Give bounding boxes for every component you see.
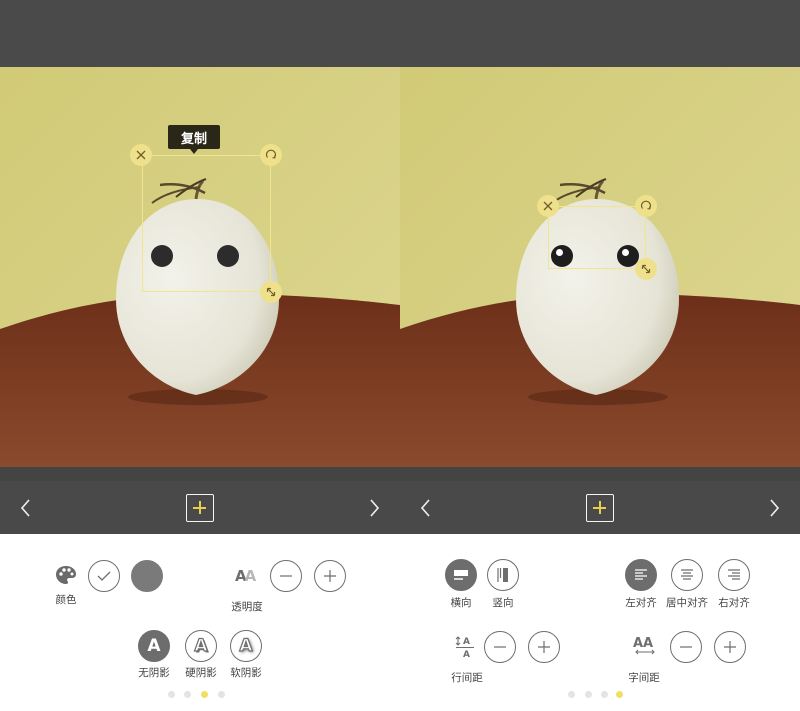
- plus-icon: [724, 641, 736, 653]
- horizontal-label: 横向: [450, 597, 472, 609]
- horizontal-button[interactable]: [445, 559, 477, 591]
- page-indicator-left: [0, 691, 400, 701]
- align-right-button[interactable]: [718, 559, 750, 591]
- color-swatch-gray[interactable]: [131, 560, 163, 592]
- align-center-button[interactable]: [671, 559, 703, 591]
- plus-icon: [538, 641, 550, 653]
- align-center-icon: [681, 569, 693, 580]
- opacity-label: 透明度: [231, 601, 263, 613]
- page-dot-1[interactable]: [168, 691, 175, 698]
- minus-icon: [494, 646, 506, 648]
- letter-spacing-label: 字间距: [628, 672, 660, 684]
- vertical-button[interactable]: [487, 559, 519, 591]
- chevron-right-icon: [370, 499, 380, 517]
- resize-icon: [641, 264, 651, 274]
- nav-prev-button[interactable]: [414, 496, 438, 520]
- page-indicator-right: [400, 691, 800, 701]
- page-dot-2[interactable]: [184, 691, 191, 698]
- align-right-label: 右对齐: [718, 597, 750, 609]
- soft-shadow-icon: A: [239, 635, 253, 656]
- nav-next-button[interactable]: [362, 496, 386, 520]
- svg-text:A: A: [463, 637, 470, 647]
- rotate-handle[interactable]: [635, 195, 657, 217]
- svg-text:A: A: [463, 650, 470, 658]
- letter-spacing-icon: AA: [632, 634, 658, 660]
- top-bar: [400, 0, 800, 67]
- align-left-label: 左对齐: [625, 597, 657, 609]
- hard-shadow-label: 硬阴影: [185, 667, 217, 679]
- soft-shadow-label: 软阴影: [230, 667, 262, 679]
- align-right-icon: [728, 569, 740, 580]
- resize-icon: [266, 287, 276, 297]
- soft-shadow-button[interactable]: A: [230, 630, 262, 662]
- letter-spacing-decrease-button[interactable]: [670, 631, 702, 663]
- add-sticker-button[interactable]: [186, 494, 214, 522]
- plus-icon: [324, 570, 336, 582]
- page-dot-4[interactable]: [616, 691, 623, 698]
- hard-shadow-icon: A: [194, 635, 208, 656]
- no-shadow-icon: A: [147, 636, 161, 656]
- no-shadow-label: 无阴影: [138, 667, 170, 679]
- align-left-button[interactable]: [625, 559, 657, 591]
- line-spacing-icon: AA: [455, 634, 475, 662]
- rotate-icon: [265, 149, 277, 159]
- close-icon: [543, 201, 553, 211]
- nav-bar: [0, 481, 400, 534]
- letter-spacing-increase-button[interactable]: [714, 631, 746, 663]
- align-left-icon: [635, 569, 647, 580]
- chevron-right-icon: [770, 499, 780, 517]
- close-icon: [136, 150, 146, 160]
- vertical-label: 竖向: [492, 597, 514, 609]
- minus-icon: [280, 575, 292, 577]
- left-panel: 复制 颜色 AA 透明度 A 无阴影 A 硬阴影 A 软阴影: [0, 0, 400, 711]
- page-dot-1[interactable]: [568, 691, 575, 698]
- copy-tooltip[interactable]: 复制: [168, 125, 220, 154]
- opacity-decrease-button[interactable]: [270, 560, 302, 592]
- rotate-handle[interactable]: [260, 144, 282, 166]
- nav-next-button[interactable]: [762, 496, 786, 520]
- horizontal-text-icon: [454, 570, 468, 580]
- close-handle[interactable]: [537, 195, 559, 217]
- line-spacing-increase-button[interactable]: [528, 631, 560, 663]
- tool-panel: 颜色 AA 透明度 A 无阴影 A 硬阴影 A 软阴影: [0, 534, 400, 711]
- nav-bar: [400, 481, 800, 534]
- minus-icon: [680, 646, 692, 648]
- line-spacing-decrease-button[interactable]: [484, 631, 516, 663]
- chevron-left-icon: [20, 499, 30, 517]
- page-dot-2[interactable]: [585, 691, 592, 698]
- line-spacing-label: 行间距: [451, 672, 483, 684]
- palette-icon: [55, 565, 77, 589]
- opacity-increase-button[interactable]: [314, 560, 346, 592]
- rotate-icon: [640, 200, 652, 210]
- resize-handle[interactable]: [635, 258, 657, 280]
- top-bar: [0, 0, 400, 67]
- sticker-selection-box[interactable]: [142, 155, 271, 292]
- page-dot-3[interactable]: [601, 691, 608, 698]
- close-handle[interactable]: [130, 144, 152, 166]
- add-sticker-button[interactable]: [586, 494, 614, 522]
- svg-text:AA: AA: [633, 636, 653, 651]
- chevron-left-icon: [420, 499, 430, 517]
- no-shadow-button[interactable]: A: [138, 630, 170, 662]
- page-dot-3[interactable]: [201, 691, 208, 698]
- tool-panel: 横向 竖向 左对齐 居中对齐 右对齐 AA 行间距 AA 字间距: [400, 534, 800, 711]
- divider-bar: [400, 467, 800, 481]
- right-panel: 横向 竖向 左对齐 居中对齐 右对齐 AA 行间距 AA 字间距: [400, 0, 800, 711]
- copy-tooltip-label: 复制: [180, 131, 207, 147]
- sticker-selection-box[interactable]: [548, 206, 646, 269]
- resize-handle[interactable]: [260, 281, 282, 303]
- page-dot-4[interactable]: [218, 691, 225, 698]
- align-center-label: 居中对齐: [666, 597, 708, 609]
- check-icon: [97, 571, 111, 581]
- color-check-button[interactable]: [88, 560, 120, 592]
- divider-bar: [0, 467, 400, 481]
- vertical-text-icon: [497, 568, 508, 582]
- hard-shadow-button[interactable]: A: [185, 630, 217, 662]
- opacity-icon: AA: [235, 567, 256, 585]
- color-label: 颜色: [55, 594, 77, 606]
- nav-prev-button[interactable]: [14, 496, 38, 520]
